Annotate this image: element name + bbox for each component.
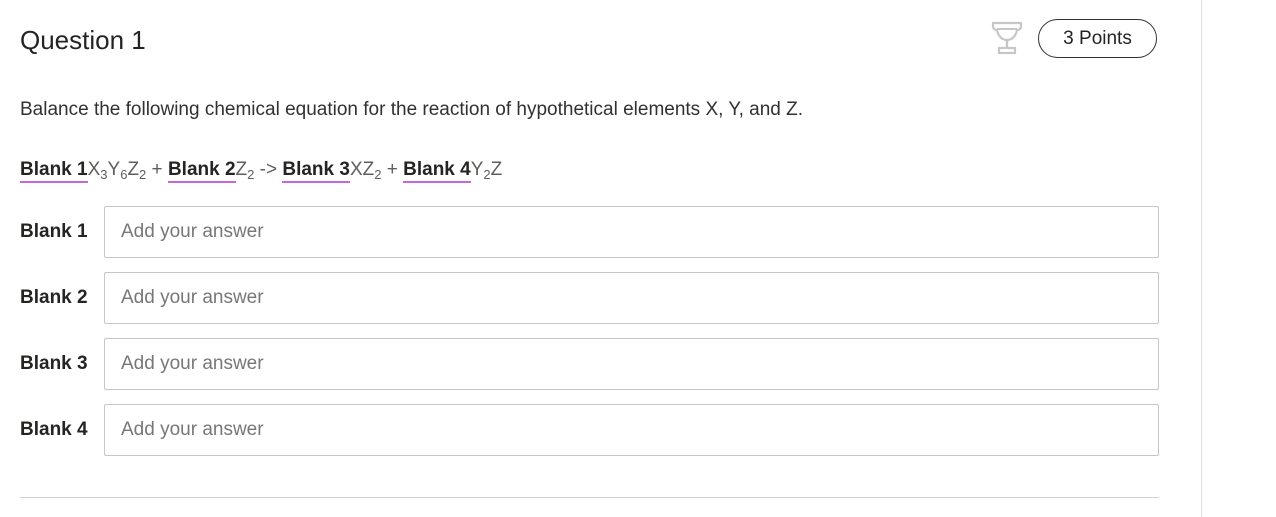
equation-term: Z — [127, 159, 140, 180]
equation-subscript: 2 — [483, 167, 491, 182]
right-divider — [1201, 0, 1202, 517]
blank-row-1: Blank 1 — [20, 206, 1159, 258]
equation-term: Y — [470, 159, 484, 180]
blank-label: Blank 2 — [20, 287, 88, 308]
blank-label: Blank 4 — [20, 419, 88, 440]
equation-term: Z — [490, 159, 503, 180]
equation-operator: + — [146, 159, 168, 180]
blank-ref-2[interactable]: Blank 2 — [167, 159, 236, 183]
blank-3-input[interactable] — [104, 338, 1159, 390]
blank-row-4: Blank 4 — [20, 404, 1159, 456]
blank-1-input[interactable] — [104, 206, 1159, 258]
blank-2-input[interactable] — [104, 272, 1159, 324]
question-title: Question 1 — [20, 25, 146, 55]
blank-ref-1[interactable]: Blank 1 — [20, 159, 88, 183]
chemical-equation: Blank 1X3Y6Z2 + Blank 2Z2 -> Blank 3XZ2 … — [20, 157, 502, 183]
equation-operator: + — [381, 159, 404, 180]
equation-term: Z — [235, 159, 248, 180]
equation-term: XZ — [349, 159, 375, 180]
blank-row-3: Blank 3 — [20, 338, 1159, 390]
blank-label: Blank 3 — [20, 353, 88, 374]
equation-arrow: -> — [254, 159, 283, 180]
bottom-divider — [20, 497, 1159, 498]
trophy-icon — [991, 21, 1023, 55]
question-card: Question 1 3 Points Balance the followin… — [0, 0, 1276, 517]
blank-ref-4[interactable]: Blank 4 — [403, 159, 471, 183]
equation-term: X — [87, 159, 101, 180]
equation-subscript: 3 — [100, 167, 108, 182]
question-prompt: Balance the following chemical equation … — [20, 99, 803, 120]
blank-row-2: Blank 2 — [20, 272, 1159, 324]
blank-4-input[interactable] — [104, 404, 1159, 456]
blank-ref-3[interactable]: Blank 3 — [282, 159, 350, 183]
blank-label: Blank 1 — [20, 221, 88, 242]
equation-term: Y — [107, 159, 121, 180]
points-badge: 3 Points — [1038, 19, 1157, 58]
